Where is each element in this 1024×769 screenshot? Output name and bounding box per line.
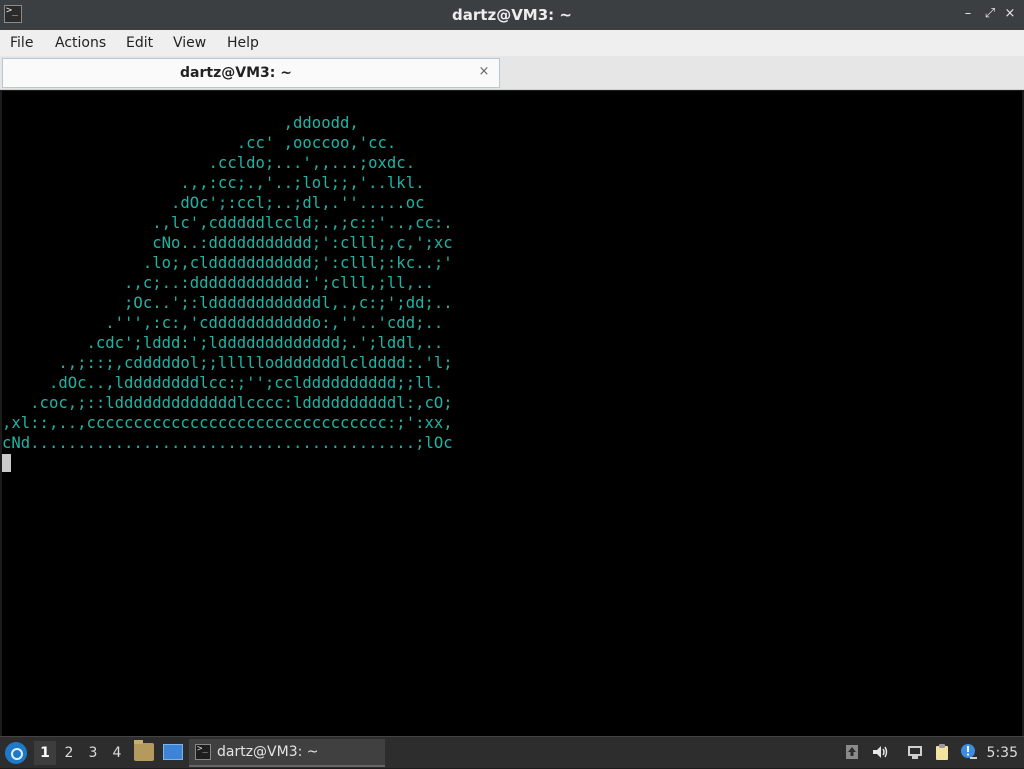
network-icon[interactable] <box>906 743 924 761</box>
terminal-line: .lo;,clddddddddddd;':clll;:kc..;' <box>142 254 453 272</box>
menu-help[interactable]: Help <box>227 30 259 56</box>
taskbar: 1 2 3 4 dartz@VM3: ~ 5:35 <box>0 736 1024 768</box>
terminal-line: .ccldo;...',,...;oxdc. <box>208 154 416 172</box>
maximize-icon[interactable]: ⤢ <box>982 6 998 22</box>
terminal-line: cNd.....................................… <box>2 434 453 452</box>
workspace-1[interactable]: 1 <box>34 741 56 765</box>
terminal-line: ,ddoodd, <box>283 114 359 132</box>
workspace-2[interactable]: 2 <box>58 741 80 765</box>
show-desktop-icon[interactable] <box>163 744 183 760</box>
tab-terminal[interactable]: dartz@VM3: ~ × <box>2 58 500 88</box>
menu-file[interactable]: File <box>10 30 33 56</box>
clipboard-icon[interactable] <box>933 743 951 761</box>
close-icon[interactable]: × <box>1002 6 1018 22</box>
window-title: dartz@VM3: ~ <box>452 6 572 24</box>
terminal-line: ;Oc..';:lddddddddddddl,.,c:;';dd;.. <box>124 294 453 312</box>
tab-bar: dartz@VM3: ~ × <box>0 56 1024 90</box>
menu-edit[interactable]: Edit <box>126 30 153 56</box>
upload-arrow-icon[interactable] <box>843 743 861 761</box>
terminal-line: .dOc';:ccl;..;dl,.''.....oc <box>170 194 425 212</box>
menu-view[interactable]: View <box>173 30 206 56</box>
workspace-3[interactable]: 3 <box>82 741 104 765</box>
start-menu-icon[interactable] <box>5 742 27 764</box>
terminal-line: .cdc';lddd:';lddddddddddddd;.';lddl,.. <box>86 334 444 352</box>
terminal-cursor <box>2 454 11 472</box>
notification-icon[interactable] <box>960 743 978 761</box>
taskbar-item-label: dartz@VM3: ~ <box>217 744 319 760</box>
tab-title: dartz@VM3: ~ <box>180 65 292 81</box>
terminal-line: .,c;..:dddddddddddd:';clll,;ll,.. <box>124 274 434 292</box>
workspace-4[interactable]: 4 <box>106 741 128 765</box>
terminal-line: .cc' ,ooccoo,'cc. <box>236 134 397 152</box>
terminal-line: .''',:c:,'cdddddddddddo:,''..'cdd;.. <box>105 314 444 332</box>
volume-icon[interactable] <box>871 743 889 761</box>
file-manager-icon[interactable] <box>134 740 154 761</box>
taskbar-clock: 5:35 <box>986 745 1018 761</box>
terminal-line: cNo..:ddddddddddd;':clll;,c,';xc <box>152 234 453 252</box>
window-titlebar[interactable]: dartz@VM3: ~ – ⤢ × <box>0 0 1024 30</box>
ascii-logo: ,ddoodd, .cc' ,ooccoo,'cc. .ccldo;...',,… <box>2 113 453 453</box>
tab-close-icon[interactable]: × <box>477 65 491 79</box>
terminal-line: ,xl::,..,ccccccccccccccccccccccccccccccc… <box>2 414 453 432</box>
terminal-line: .,;::;,cdddddol;;lllllodddddddlcldddd:.'… <box>58 354 453 372</box>
menu-actions[interactable]: Actions <box>55 30 106 56</box>
terminal-line: .coc,;::ldddddddddddddlcccc:lddddddddddl… <box>30 394 453 412</box>
terminal-line: .dOc..,lddddddddlcc:;'';ccldddddddddd;;l… <box>48 374 444 392</box>
terminal-line: .,,:cc;.,'..;lol;;,'..lkl. <box>180 174 425 192</box>
terminal-line: .,lc',cdddddlccld;.,;c::'..,cc:. <box>152 214 453 232</box>
taskbar-item-terminal[interactable]: dartz@VM3: ~ <box>189 739 385 767</box>
terminal-output[interactable]: ,ddoodd, .cc' ,ooccoo,'cc. .ccldo;...',,… <box>2 91 1022 736</box>
minimize-icon[interactable]: – <box>960 6 976 22</box>
menu-bar: File Actions Edit View Help <box>0 30 1024 56</box>
terminal-icon <box>195 744 211 760</box>
